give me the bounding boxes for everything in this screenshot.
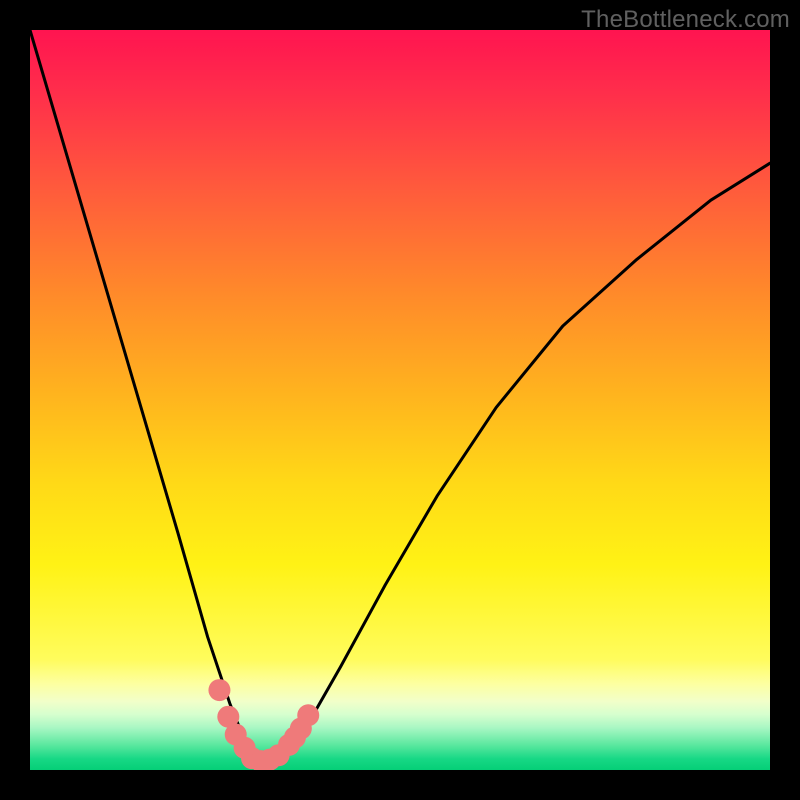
bottleneck-curve bbox=[30, 30, 770, 763]
highlight-dot bbox=[208, 679, 230, 701]
highlight-dots-right bbox=[278, 704, 319, 756]
plot-area bbox=[30, 30, 770, 770]
highlight-dot bbox=[297, 704, 319, 726]
chart-frame: TheBottleneck.com bbox=[0, 0, 800, 800]
curve-svg bbox=[30, 30, 770, 770]
highlight-dots-left bbox=[208, 679, 255, 759]
